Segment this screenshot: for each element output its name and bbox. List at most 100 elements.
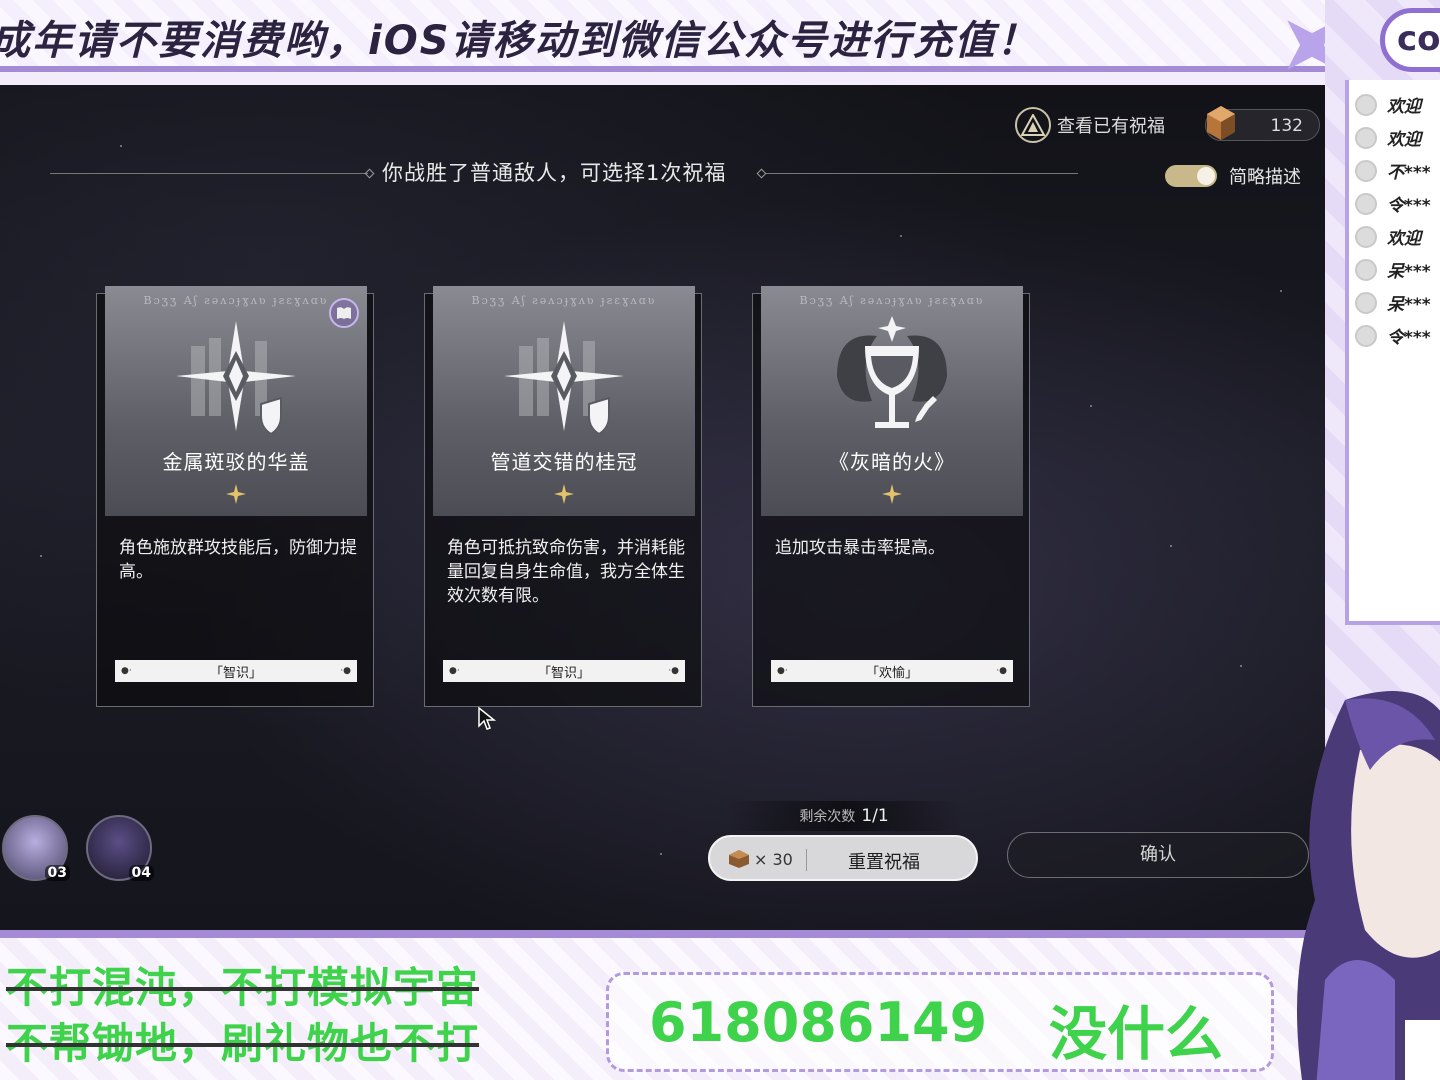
chat-message: 欢迎 [1349,220,1440,253]
chat-message: 令*** [1349,319,1440,352]
blessing-path-label: 「欢愉」 [865,666,918,681]
brief-description-toggle[interactable] [1165,165,1217,187]
chat-avatar [1355,192,1377,215]
title-divider-left [50,173,368,174]
currency-display: 132 [1205,106,1320,141]
blessing-name: 管道交错的桂冠 [490,450,638,474]
path-tag-dots-right: ·● [340,666,351,676]
chat-avatar [1355,258,1377,281]
chat-message: 欢迎 [1349,121,1440,154]
remaining-label: 剩余次数 [799,809,856,825]
chat-message: 呆*** [1349,286,1440,319]
shield-compass-icon [504,321,624,436]
chat-text: 欢迎 [1387,97,1421,117]
blessing-path-tag: ●· 「智识」 ·● [115,660,357,682]
star-dot [120,145,122,147]
blessing-description: 角色施放群攻技能后，防御力提高。 [119,538,357,582]
goblet-sword-icon [837,316,947,428]
chat-avatar [1355,126,1377,149]
blessing-card[interactable]: Bɔʒʒ Aʃ ƨəʌɔɟɣʌʋ ɟƨɛɣʌɑʋ 《灰暗的火》 追加攻击暴击率提… [752,286,1030,707]
chat-avatar [1355,291,1377,314]
star-dot [660,853,662,855]
title-row: 你战胜了普通敌人，可选择1次祝福 [50,157,1080,189]
rules-line-2: 不帮锄地，刷礼物也不打 [6,1019,480,1068]
star-dot [900,235,902,237]
title-divider-dot [364,168,375,179]
party-member-slot: 03 [44,865,70,881]
party-member-avatar[interactable]: 03 [2,815,70,881]
chat-message: 不*** [1349,154,1440,187]
cosmic-fragment-icon [729,850,749,868]
remaining-count: 剩余次数 1/1 [724,801,964,831]
reset-cost-amount: × 30 [754,849,793,869]
confirm-button[interactable]: 确认 [1007,832,1309,878]
rune-text: Bɔʒʒ Aʃ ƨəʌɔɟɣʌʋ ɟƨɛɣʌɑʋ [799,294,985,307]
chat-avatar [1355,324,1377,347]
chat-avatar [1355,159,1377,182]
cosmic-fragment-icon [1204,104,1238,142]
star-dot [1170,545,1172,547]
blessing-emblem-icon [1015,107,1051,143]
star-dot [1240,665,1242,667]
chat-list: 欢迎 欢迎 不*** 令*** 欢迎 呆*** 呆*** 令*** [1345,80,1440,625]
rarity-star-icon [882,484,902,504]
rune-text: Bɔʒʒ Aʃ ƨəʌɔɟɣʌʋ ɟƨɛɣʌɑʋ [143,294,329,307]
bottom-message: 没什么 [1049,1000,1224,1068]
blessing-description: 角色可抵抗致命伤害，并消耗能量回复自身生命值，我方全体生效次数有限。 [447,538,685,606]
blessing-description: 追加攻击暴击率提高。 [775,538,945,558]
shield-compass-icon [176,321,296,436]
top-banner: 成年请不要消费哟，iOS请移动到微信公众号进行充值！ [0,0,1325,72]
chat-text: 欢迎 [1387,130,1421,150]
star-dot [40,555,42,557]
party-member-avatar[interactable]: 04 [86,815,154,881]
star-dot [1280,290,1282,292]
reset-cost: × 30 [728,849,793,869]
party-member-slot: 04 [128,865,154,881]
chat-message: 欢迎 [1349,88,1440,121]
blessing-path-label: 「智识」 [209,666,262,681]
blessing-path-tag: ●· 「欢愉」 ·● [771,660,1013,682]
title-divider-right [766,173,1078,174]
group-number: 618086149 [649,991,988,1054]
blessing-card-header: Bɔʒʒ Aʃ ƨəʌɔɟɣʌʋ ɟƨɛɣʌɑʋ 《灰暗的火》 [761,286,1023,516]
logo-text: co [1397,19,1440,59]
blessing-card-header: Bɔʒʒ Aʃ ƨəʌɔɟɣʌʋ ɟƨɛɣʌɑʋ 金属斑驳的华盖 [105,286,367,516]
mascot-character [1297,691,1440,1080]
reset-label: 重置祝福 [848,852,920,873]
channel-logo: co [1380,8,1440,72]
page-title: 你战胜了普通敌人，可选择1次祝福 [382,161,727,185]
reset-divider [806,849,807,871]
rarity-star-icon [554,484,574,504]
book-badge-icon [329,298,359,328]
brief-description-toggle-row: 简略描述 [1165,163,1301,189]
bottom-rules-text: 不打混沌，不打模拟宇宙 不帮锄地，刷礼物也不打 [6,960,479,1072]
blessing-name: 金属斑驳的华盖 [162,450,310,474]
blessing-path-tag: ●· 「智识」 ·● [443,660,685,682]
chat-text: 呆*** [1387,295,1431,315]
currency-amount: 132 [1270,116,1303,136]
banner-text: 成年请不要消费哟，iOS请移动到微信公众号进行充值！ [0,18,1039,64]
title-divider-dot [756,168,767,179]
rules-line-1: 不打混沌，不打模拟宇宙 [6,963,480,1012]
chat-text: 呆*** [1387,262,1431,282]
chat-text: 不*** [1387,163,1431,183]
chat-message: 呆*** [1349,253,1440,286]
bottom-info-strip: 不打混沌，不打模拟宇宙 不帮锄地，刷礼物也不打 618086149 没什么 [0,930,1325,1080]
blessing-name: 《灰暗的火》 [829,450,955,474]
chat-text: 欢迎 [1387,229,1421,249]
rune-text: Bɔʒʒ Aʃ ƨəʌɔɟɣʌʋ ɟƨɛɣʌɑʋ [471,294,657,307]
chat-text: 令*** [1387,328,1431,348]
view-blessings-label: 查看已有祝福 [1057,116,1165,137]
reset-blessing-button[interactable]: × 30 重置祝福 [708,835,978,881]
brief-description-label: 简略描述 [1229,167,1301,188]
blessing-card[interactable]: Bɔʒʒ Aʃ ƨəʌɔɟɣʌʋ ɟƨɛɣʌɑʋ 金属斑驳的华盖 角色施放群攻技… [96,286,374,707]
blessing-card[interactable]: Bɔʒʒ Aʃ ƨəʌɔɟɣʌʋ ɟƨɛɣʌɑʋ 管道交错的桂冠 角色可抵抗致命… [424,286,702,707]
bottom-info-box: 618086149 没什么 [606,972,1274,1072]
chat-avatar [1355,225,1377,248]
star-dot [1090,405,1092,407]
view-blessings-button[interactable]: 查看已有祝福 [1015,107,1165,143]
game-screen: 查看已有祝福 132 你战胜了普通敌人，可选择1次祝福 简略描述 Bɔʒʒ Aʃ… [0,85,1325,930]
remaining-value: 1/1 [861,806,889,826]
chat-avatar [1355,93,1377,116]
mouse-cursor-icon [478,707,496,730]
